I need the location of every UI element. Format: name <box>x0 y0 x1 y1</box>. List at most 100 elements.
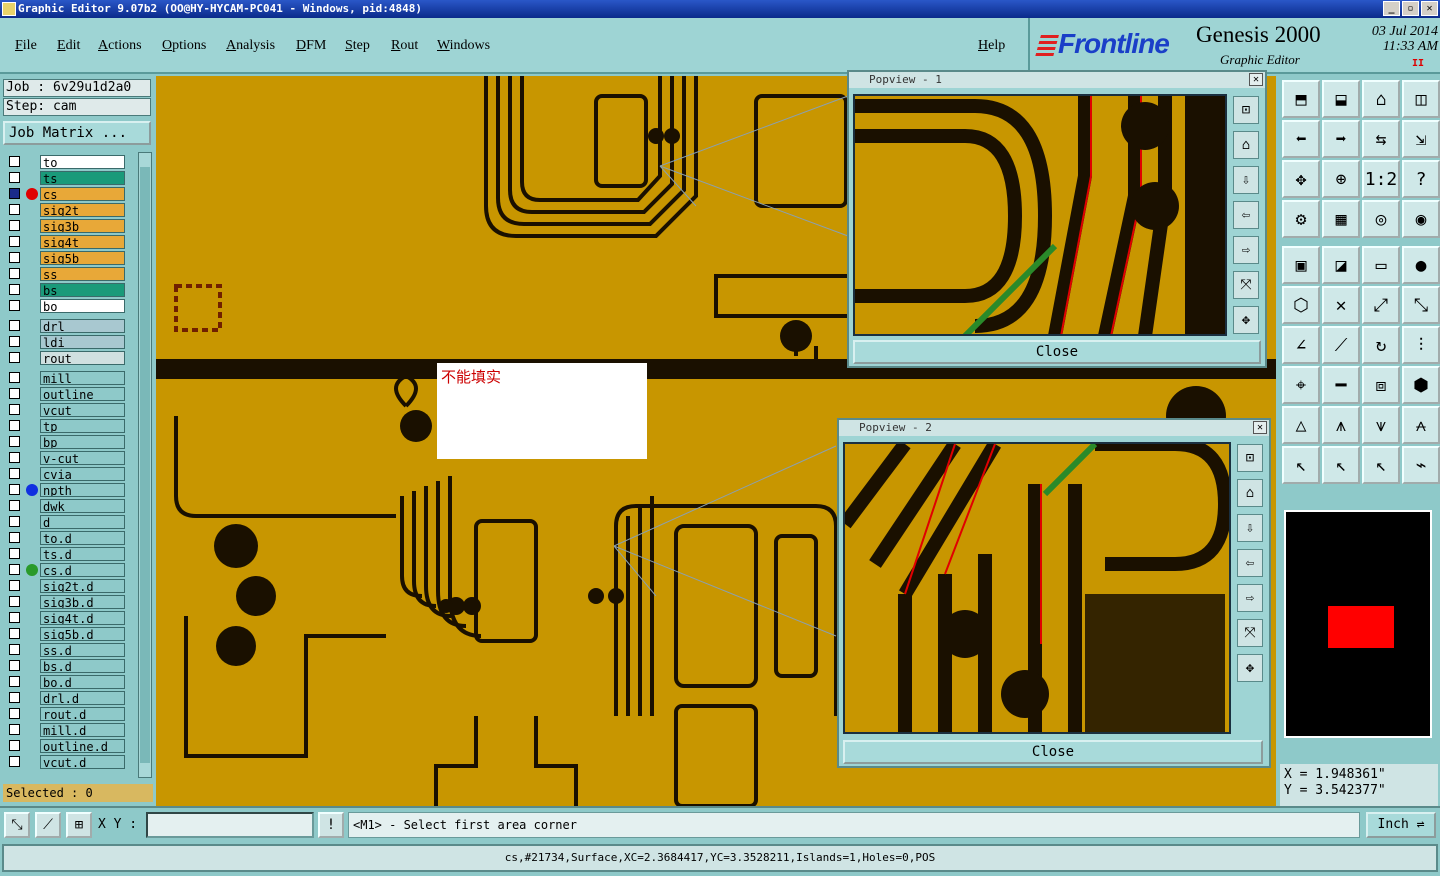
move-icon[interactable]: ━ <box>1322 366 1360 404</box>
pv1-home-icon[interactable]: ⌂ <box>1233 131 1259 159</box>
layer-name[interactable]: sig3b.d <box>40 594 125 609</box>
layer-name[interactable]: d <box>40 514 125 529</box>
layer-name[interactable]: sig5b <box>40 250 125 265</box>
layer-name[interactable]: bo.d <box>40 674 125 689</box>
layer-row-bs-d[interactable]: bs.d <box>5 658 125 673</box>
layer-name[interactable]: sig3b <box>40 218 125 233</box>
zoom-in-icon[interactable]: ⬅ <box>1282 120 1320 158</box>
layer-row-sig4t[interactable]: sig4t <box>5 234 125 249</box>
query-icon[interactable]: ↖ <box>1362 446 1400 484</box>
layer-checkbox[interactable] <box>9 252 20 263</box>
layer-checkbox[interactable] <box>9 484 20 495</box>
layer-name[interactable]: v-cut <box>40 450 125 465</box>
layer-row-sig2t[interactable]: sig2t <box>5 202 125 217</box>
popview-1-close-button[interactable]: Close <box>853 340 1261 364</box>
measure-icon[interactable]: ⟋ <box>35 812 61 838</box>
pan-icon[interactable]: ⇆ <box>1362 120 1400 158</box>
layer-checkbox[interactable] <box>9 204 20 215</box>
pointer-icon[interactable]: ↖ <box>1282 446 1320 484</box>
add-pad-icon[interactable]: ⤢ <box>1362 286 1400 324</box>
home-view-icon[interactable]: ⌂ <box>1362 80 1400 118</box>
layer-checkbox[interactable] <box>9 612 20 623</box>
menu-windows[interactable]: Windows <box>437 38 490 54</box>
arc-icon[interactable]: ↻ <box>1362 326 1400 364</box>
layer-checkbox[interactable] <box>9 172 20 183</box>
layer-checkbox[interactable] <box>9 420 20 431</box>
layer-row-d[interactable]: d <box>5 514 125 529</box>
layer-checkbox[interactable] <box>9 236 20 247</box>
job-matrix-button[interactable]: Job Matrix ... <box>3 121 151 145</box>
layer-name[interactable]: outline.d <box>40 738 125 753</box>
layer-row-vcut[interactable]: vcut <box>5 402 125 417</box>
zoom-out-icon[interactable]: ➡ <box>1322 120 1360 158</box>
unit-selector[interactable]: Inch ⇌ <box>1366 812 1436 838</box>
layer-row-sig5b[interactable]: sig5b <box>5 250 125 265</box>
layer-name[interactable]: outline <box>40 386 125 401</box>
layer-checkbox[interactable] <box>9 724 20 735</box>
pv2-fit-icon[interactable]: ⊡ <box>1237 444 1263 472</box>
layer-checkbox[interactable] <box>9 596 20 607</box>
layer-row-ldi[interactable]: ldi <box>5 334 125 349</box>
popview-2-close-icon[interactable]: ✕ <box>1253 421 1267 434</box>
pv1-down-icon[interactable]: ⇩ <box>1233 166 1259 194</box>
pv1-shrink-icon[interactable]: ⤧ <box>1233 271 1259 299</box>
layer-checkbox[interactable] <box>9 628 20 639</box>
layer-checkbox[interactable] <box>9 580 20 591</box>
layer-checkbox[interactable] <box>9 388 20 399</box>
popview-1-image[interactable] <box>853 94 1227 336</box>
layer-row-vcut-d[interactable]: vcut.d <box>5 754 125 769</box>
overview-map[interactable] <box>1284 510 1432 738</box>
resize-icon[interactable]: ⬢ <box>1402 366 1440 404</box>
layer-name[interactable]: to <box>40 154 125 169</box>
layer-row-mill-d[interactable]: mill.d <box>5 722 125 737</box>
select-area-icon[interactable]: ⇲ <box>1402 120 1440 158</box>
filter-icon[interactable]: ⚙ <box>1282 200 1320 238</box>
layer-name[interactable]: ts.d <box>40 546 125 561</box>
layer-checkbox[interactable] <box>9 336 20 347</box>
layer-row-bp[interactable]: bp <box>5 434 125 449</box>
fit-icon[interactable]: ✥ <box>1282 160 1320 198</box>
layer-checkbox[interactable] <box>9 352 20 363</box>
layer-checkbox[interactable] <box>9 436 20 447</box>
layer-name[interactable]: drl.d <box>40 690 125 705</box>
pv2-home-icon[interactable]: ⌂ <box>1237 479 1263 507</box>
layer-row-cs[interactable]: cs <box>5 186 125 201</box>
layer-name[interactable]: bo <box>40 298 125 313</box>
layer-checkbox[interactable] <box>9 284 20 295</box>
layer-name[interactable]: sig2t.d <box>40 578 125 593</box>
layer-row-cs-d[interactable]: cs.d <box>5 562 125 577</box>
layer-name[interactable]: cs.d <box>40 562 125 577</box>
layer-name[interactable]: ss.d <box>40 642 125 657</box>
layer-row-bo[interactable]: bo <box>5 298 125 313</box>
layer-row-bo-d[interactable]: bo.d <box>5 674 125 689</box>
layer-name[interactable]: ts <box>40 170 125 185</box>
popview-2-close-button[interactable]: Close <box>843 740 1263 764</box>
cut-icon[interactable]: ✕ <box>1322 286 1360 324</box>
menu-file[interactable]: File <box>15 38 37 54</box>
layer-checkbox[interactable] <box>9 660 20 671</box>
layer-checkbox[interactable] <box>9 372 20 383</box>
layer-row-rout-d[interactable]: rout.d <box>5 706 125 721</box>
layers-icon[interactable]: ◎ <box>1362 200 1400 238</box>
layer-checkbox[interactable] <box>9 708 20 719</box>
layer-name[interactable]: bs.d <box>40 658 125 673</box>
layer-checkbox[interactable] <box>9 468 20 479</box>
layer-checkbox[interactable] <box>9 564 20 575</box>
layer-name[interactable]: sig4t <box>40 234 125 249</box>
info-icon[interactable]: ! <box>318 812 344 838</box>
layer-name[interactable]: cvia <box>40 466 125 481</box>
measure-icon[interactable]: ▭ <box>1362 246 1400 284</box>
layer-name[interactable]: sig4t.d <box>40 610 125 625</box>
layer-name[interactable]: sig5b.d <box>40 626 125 641</box>
layer-checkbox[interactable] <box>9 644 20 655</box>
layer-checkbox[interactable] <box>9 500 20 511</box>
layer-row-ss-d[interactable]: ss.d <box>5 642 125 657</box>
layer-name[interactable]: rout.d <box>40 706 125 721</box>
layer-row-sig5b-d[interactable]: sig5b.d <box>5 626 125 641</box>
layer-name[interactable]: cs <box>40 186 125 201</box>
layer-checkbox[interactable] <box>9 300 20 311</box>
grid-icon[interactable]: ▦ <box>1322 200 1360 238</box>
layer-row-v-cut[interactable]: v-cut <box>5 450 125 465</box>
center-icon[interactable]: ⊕ <box>1322 160 1360 198</box>
draw-icon[interactable]: ⟋ <box>1322 326 1360 364</box>
